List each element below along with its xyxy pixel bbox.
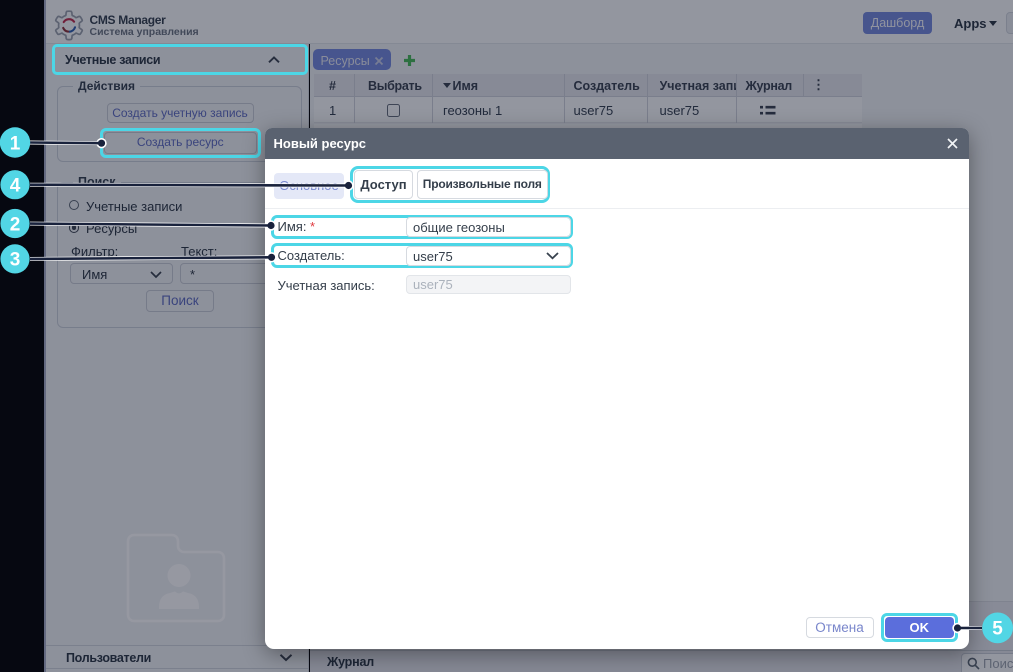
svg-text:5: 5 [992,619,1003,640]
svg-text:4: 4 [10,176,21,197]
svg-text:2: 2 [10,215,21,236]
svg-text:1: 1 [10,134,21,155]
svg-text:3: 3 [10,250,21,271]
